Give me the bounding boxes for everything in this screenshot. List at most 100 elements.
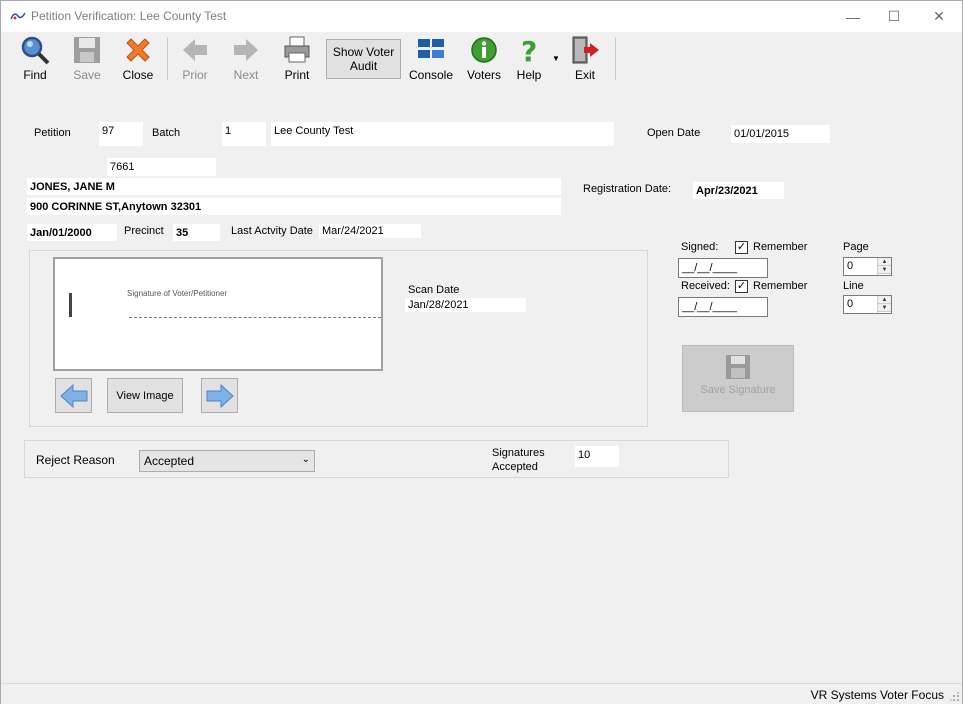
printer-icon [281, 34, 313, 66]
info-icon [468, 34, 500, 66]
spin-up-icon[interactable]: ▲ [878, 296, 891, 304]
toolbar: Find Save Close Prior Next Print Show Vo… [1, 32, 962, 86]
signed-remember-label: Remember [753, 241, 808, 253]
red-x-icon [122, 34, 154, 66]
find-label: Find [23, 68, 47, 82]
arrow-left-icon [59, 383, 87, 408]
close-icon: ✕ [933, 8, 945, 24]
print-button[interactable]: Print [279, 34, 315, 84]
reject-reason-label: Reject Reason [36, 453, 115, 467]
signed-label: Signed: [681, 241, 719, 253]
signed-remember-checkbox[interactable]: ✓ [735, 241, 748, 254]
spin-down-icon[interactable]: ▼ [878, 304, 891, 312]
open-date-label: Open Date [647, 127, 701, 139]
title-bar: Petition Verification: Lee County Test —… [1, 1, 962, 32]
arrow-right-icon [206, 383, 234, 408]
reject-reason-value: Accepted [144, 454, 195, 468]
next-image-button[interactable] [201, 378, 238, 413]
minimize-icon: — [846, 8, 860, 25]
batch-label: Batch [152, 127, 181, 139]
find-button[interactable]: Find [17, 34, 53, 84]
status-bar: VR Systems Voter Focus [1, 683, 962, 704]
reject-reason-select[interactable]: Accepted ⌄ [139, 450, 315, 472]
batch-name-field: Lee County Test [271, 122, 614, 146]
signature-image-caption: Signature of Voter/Petitioner [127, 289, 228, 298]
status-text: VR Systems Voter Focus [810, 688, 944, 702]
page-label: Page [843, 241, 869, 253]
save-signature-label: Save Signature [700, 384, 776, 396]
received-date-field[interactable]: __/__/____ [678, 297, 768, 317]
previous-image-button[interactable] [55, 378, 92, 413]
floppy-disk-icon [726, 355, 750, 379]
console-label: Console [408, 68, 454, 82]
toolbar-separator [615, 38, 616, 80]
close-button[interactable]: Close [119, 34, 157, 84]
scan-date-field: Jan/28/2021 [405, 298, 526, 312]
petition-field[interactable]: 97 [99, 122, 143, 146]
precinct-label: Precinct [124, 225, 164, 237]
signatures-accepted-label-2: Accepted [492, 461, 538, 473]
close-window-button[interactable]: ✕ [916, 1, 962, 32]
next-label: Next [233, 68, 259, 82]
exit-door-icon [569, 34, 601, 66]
maximize-button[interactable]: ☐ [871, 1, 917, 32]
show-voter-audit-button[interactable]: Show Voter Audit [326, 39, 401, 79]
registration-date-field: Apr/23/2021 [693, 182, 784, 199]
voters-label: Voters [466, 68, 502, 82]
received-remember-label: Remember [753, 280, 808, 292]
magnifier-icon [19, 34, 51, 66]
voter-id-field[interactable]: 7661 [107, 158, 216, 176]
line-spinner[interactable]: 0 ▲ ▼ [843, 295, 892, 314]
voter-name-field: JONES, JANE M [27, 178, 561, 195]
signatures-accepted-label: Signatures [492, 447, 545, 459]
spin-up-icon[interactable]: ▲ [878, 258, 891, 266]
window-title: Petition Verification: Lee County Test [31, 9, 227, 23]
precinct-field: 35 [173, 224, 220, 241]
registration-date-label: Registration Date: [583, 183, 672, 195]
voter-address-field: 900 CORINNE ST,Anytown 32301 [27, 198, 561, 215]
last-activity-label: Last Actvity Date [231, 225, 313, 237]
page-spinner[interactable]: 0 ▲ ▼ [843, 257, 892, 276]
toolbar-separator [167, 38, 168, 80]
view-image-button[interactable]: View Image [107, 378, 183, 413]
signature-image-strip: Signature of Voter/Petitioner [55, 289, 381, 337]
close-label: Close [122, 68, 154, 82]
app-window: Petition Verification: Lee County Test —… [0, 0, 963, 704]
line-label: Line [843, 280, 864, 292]
chevron-down-icon: ⌄ [301, 454, 310, 465]
prior-label: Prior [182, 68, 208, 82]
spin-down-icon[interactable]: ▼ [878, 266, 891, 274]
app-logo-icon [10, 12, 26, 20]
svg-text:?: ? [521, 35, 537, 65]
help-button[interactable]: ? Help [512, 34, 546, 84]
next-button[interactable]: Next [228, 34, 264, 84]
exit-button[interactable]: Exit [567, 34, 603, 84]
line-value: 0 [847, 298, 854, 310]
resize-grip-icon[interactable] [950, 692, 960, 702]
console-button[interactable]: Console [407, 34, 455, 84]
received-remember-checkbox[interactable]: ✓ [735, 280, 748, 293]
floppy-disk-icon [71, 34, 103, 66]
console-icon [415, 34, 447, 66]
signature-image: Signature of Voter/Petitioner [53, 257, 383, 371]
petition-label: Petition [34, 127, 71, 139]
voters-button[interactable]: Voters [464, 34, 504, 84]
minimize-button[interactable]: — [830, 1, 876, 32]
save-signature-button[interactable]: Save Signature [682, 345, 794, 412]
signed-date-field[interactable]: __/__/____ [678, 258, 768, 278]
reject-reason-panel [24, 440, 729, 478]
scan-date-label: Scan Date [408, 284, 460, 296]
print-label: Print [284, 68, 310, 82]
arrow-right-icon [230, 34, 262, 66]
question-mark-icon: ? [513, 34, 545, 66]
batch-field[interactable]: 1 [222, 122, 266, 146]
last-activity-field: Mar/24/2021 [319, 224, 421, 238]
exit-label: Exit [574, 68, 595, 82]
open-date-field: 01/01/2015 [731, 125, 830, 143]
received-label: Received: [681, 280, 730, 292]
signatures-accepted-field: 10 [575, 446, 619, 467]
page-value: 0 [847, 260, 854, 272]
save-button[interactable]: Save [69, 34, 105, 84]
prior-button[interactable]: Prior [177, 34, 213, 84]
help-dropdown-icon[interactable]: ▼ [552, 54, 560, 63]
